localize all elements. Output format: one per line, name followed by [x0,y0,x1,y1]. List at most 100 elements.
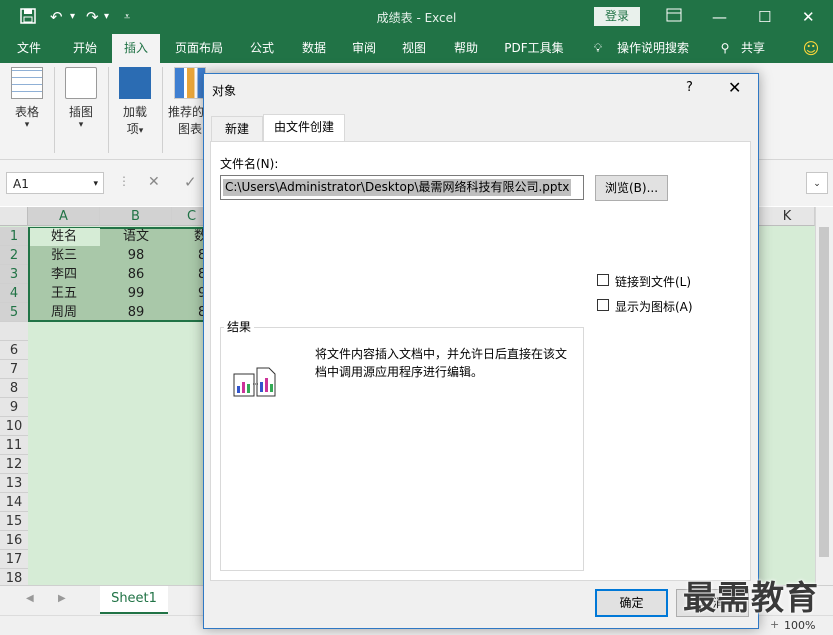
lightbulb-icon: 💡︎ [593,41,603,55]
tab-create-from-file[interactable]: 由文件创建 [263,114,345,143]
create-from-file-panel: 文件名(N): C:\Users\Administrator\Desktop\最… [210,141,751,581]
zoom-in-icon[interactable]: + [770,618,779,631]
cancel-entry-icon[interactable]: ✕ [148,174,160,190]
help-icon[interactable]: ? [686,80,693,95]
tab-formulas[interactable]: 公式 [240,34,284,63]
object-dialog: 对象 ? ✕ 新建 由文件创建 文件名(N): C:\Users\Adminis… [203,73,759,629]
result-label: 结果 [224,318,255,335]
close-icon[interactable]: ✕ [802,8,815,26]
cell-b3[interactable]: 86 [100,265,172,284]
cell-a3[interactable]: 李四 [28,265,100,284]
cell-b2[interactable]: 98 [100,246,172,265]
scrollbar-thumb[interactable] [819,227,829,557]
confirm-entry-icon[interactable]: ✓ [184,173,197,191]
row-header[interactable]: 10 [0,417,28,436]
tab-create-new[interactable]: 新建 [211,116,263,141]
share-button[interactable]: 共享 [736,34,770,63]
file-name-input[interactable]: C:\Users\Administrator\Desktop\最需网络科技有限公… [220,175,584,200]
cell-a4[interactable]: 王五 [28,284,100,303]
tab-data[interactable]: 数据 [292,34,336,63]
smiley-feedback-icon[interactable]: ☺ [798,34,824,63]
row-header[interactable]: 6 [0,341,28,360]
link-to-file-label[interactable]: 链接到文件(L) [615,273,691,290]
ribbon-separator [108,67,109,153]
cell-b1[interactable]: 语文 [100,227,172,246]
ok-button[interactable]: 确定 [595,589,668,617]
zoom-level[interactable]: 100% [784,619,815,632]
row-header[interactable]: 15 [0,512,28,531]
row-header[interactable]: 16 [0,531,28,550]
table-icon [11,67,43,99]
row-header[interactable]: 8 [0,379,28,398]
row-header[interactable]: 4 [0,284,28,303]
dialog-close-icon[interactable]: ✕ [728,78,741,97]
row-header[interactable]: 6 [0,322,28,341]
cell-a5[interactable]: 周周 [28,303,100,322]
display-as-icon-label[interactable]: 显示为图标(A) [615,298,693,315]
sheet-tab-sheet1[interactable]: Sheet1 [100,586,168,614]
ribbon-tabs: 文件 开始 插入 页面布局 公式 数据 审阅 视图 帮助 PDF工具集 💡︎ 操… [0,34,833,63]
login-button[interactable]: 登录 [594,7,640,26]
row-header[interactable]: 11 [0,436,28,455]
expand-formula-bar-icon[interactable]: ⌄ [806,172,828,194]
tab-view[interactable]: 视图 [392,34,436,63]
tab-help[interactable]: 帮助 [444,34,488,63]
row-header[interactable]: 7 [0,360,28,379]
row-header[interactable]: 5 [0,303,28,322]
addins-group[interactable]: 加载 项▾ [116,67,154,137]
tab-review[interactable]: 审阅 [342,34,386,63]
tab-page-layout[interactable]: 页面布局 [166,34,232,63]
illustrations-icon [65,67,97,99]
dialog-tabs: 新建 由文件创建 [209,114,751,143]
illustrations-dropdown-icon: ▾ [78,120,84,130]
tab-insert[interactable]: 插入 [112,34,160,63]
column-header-k[interactable]: K [760,207,815,226]
cell-a2[interactable]: 张三 [28,246,100,265]
cell-a1[interactable]: 姓名 [28,227,100,246]
row-header[interactable]: 14 [0,493,28,512]
row-header[interactable]: 2 [0,246,28,265]
row-header[interactable]: 9 [0,398,28,417]
row-header[interactable]: 13 [0,474,28,493]
table-dropdown-icon: ▾ [24,120,30,130]
name-box[interactable]: A1 ▾ [6,172,104,194]
cell-b4[interactable]: 99 [100,284,172,303]
row-header[interactable]: 12 [0,455,28,474]
tell-me-search[interactable]: 操作说明搜索 [612,34,694,63]
cell-b5[interactable]: 89 [100,303,172,322]
row-header[interactable]: 1 [0,227,28,246]
ribbon-display-icon[interactable] [666,8,682,26]
link-to-file-checkbox[interactable] [597,274,609,286]
addins-icon [119,67,151,99]
dialog-title: 对象 [212,84,237,98]
window-title: 成绩表 - Excel [376,11,457,25]
prev-sheet-icon[interactable]: ◀ [26,593,34,604]
name-box-dropdown-icon[interactable]: ▾ [93,173,98,195]
select-all-corner[interactable] [0,207,28,226]
tab-pdf-tools[interactable]: PDF工具集 [498,34,570,63]
illustrations-group[interactable]: 插图 ▾ [62,67,100,130]
file-name-label: 文件名(N): [220,157,279,171]
browse-button[interactable]: 浏览(B)... [595,175,668,201]
title-bar: ↶ ▾ ↷ ▾ ⩡ 成绩表 - Excel 登录 — ☐ ✕ [0,0,833,34]
table-group[interactable]: 表格 ▾ [8,67,46,130]
recommended-charts-icon [174,67,206,99]
ribbon-separator [54,67,55,153]
maximize-icon[interactable]: ☐ [758,8,771,26]
file-path-value: C:\Users\Administrator\Desktop\最需网络科技有限公… [223,179,572,196]
recommended-charts-group[interactable]: 推荐的 图表 [168,67,208,137]
column-header-b[interactable]: B [100,207,172,226]
next-sheet-icon[interactable]: ▶ [58,593,66,604]
tab-file[interactable]: 文件 [6,34,52,63]
display-as-icon-checkbox[interactable] [597,299,609,311]
column-header-a[interactable]: A [28,207,100,226]
tab-home[interactable]: 开始 [60,34,110,63]
row-header[interactable]: 3 [0,265,28,284]
ribbon-separator [162,67,163,153]
row-header[interactable]: 17 [0,550,28,569]
addins-dropdown-icon: ▾ [138,126,144,136]
vertical-scrollbar[interactable] [815,207,833,585]
watermark: 最需教育 [683,578,819,617]
embedded-object-icon [233,364,277,403]
minimize-icon[interactable]: — [712,8,727,26]
